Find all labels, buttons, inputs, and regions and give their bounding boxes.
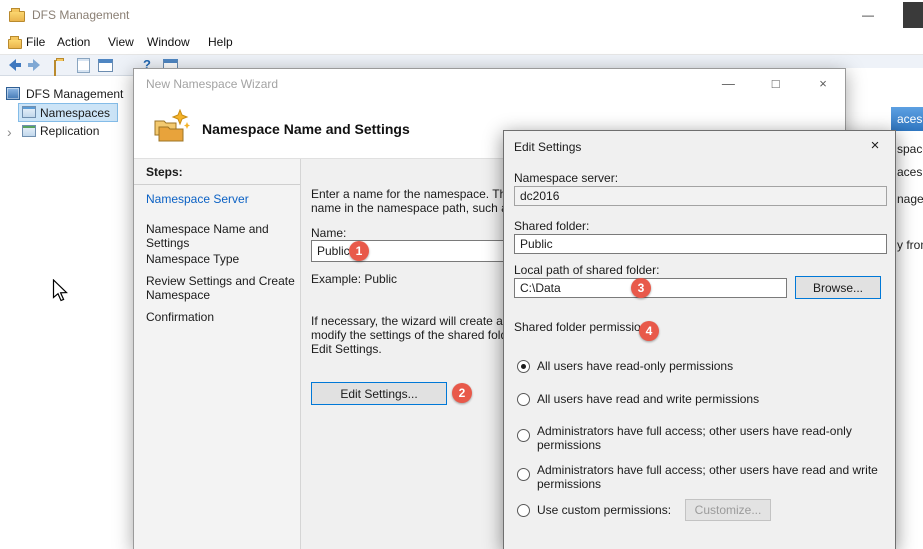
step-namespace-server[interactable]: Namespace Server — [146, 192, 296, 206]
wizard-note-line1: If necessary, the wizard will create a s… — [311, 314, 530, 328]
background-text-fragment: y from — [897, 238, 923, 252]
customize-button: Customize... — [685, 499, 771, 521]
namespaces-icon — [22, 106, 36, 118]
step-name-and-settings: Namespace Name and Settings — [146, 222, 296, 250]
wizard-intro-line1: Enter a name for the namespace. This na — [311, 187, 532, 201]
wizard-steps-panel: Steps: Namespace Server Namespace Name a… — [134, 159, 301, 549]
forward-icon[interactable] — [27, 58, 43, 75]
menu-file[interactable]: File — [26, 35, 45, 49]
example-text: Example: Public — [311, 272, 397, 286]
app-folder-icon — [9, 11, 25, 22]
radio-admin-full-users-read[interactable] — [517, 429, 530, 442]
results-pane-header: aces — [891, 107, 923, 131]
wizard-minimize-button[interactable]: — — [706, 69, 750, 98]
mouse-cursor — [52, 279, 69, 306]
tree-item-replication[interactable]: Replication — [40, 124, 99, 138]
export-list-icon[interactable] — [77, 58, 90, 73]
tree-item-namespaces[interactable]: Namespaces — [40, 106, 110, 120]
app-title: DFS Management — [32, 8, 129, 22]
tree-item-dfs-management[interactable]: DFS Management — [26, 87, 123, 101]
menu-help[interactable]: Help — [208, 35, 233, 49]
wizard-intro-line2: name in the namespace path, such as \\ — [311, 201, 524, 215]
background-text-fragment: space... — [897, 142, 923, 156]
edit-settings-button[interactable]: Edit Settings... — [311, 382, 447, 405]
wizard-page-title: Namespace Name and Settings — [202, 121, 410, 137]
menu-action[interactable]: Action — [57, 35, 90, 49]
toolbar-folder-icon[interactable] — [54, 60, 56, 76]
menu-window[interactable]: Window — [147, 35, 190, 49]
wizard-titlebar: New Namespace Wizard — □ × — [134, 69, 845, 99]
wizard-note-line3: Edit Settings. — [311, 342, 382, 356]
annotation-badge-4: 4 — [639, 321, 659, 341]
wizard-close-button[interactable]: × — [801, 69, 845, 98]
properties-window-icon[interactable] — [98, 59, 113, 72]
radio-admin-full-users-readwrite-label[interactable]: Administrators have full access; other u… — [537, 463, 891, 491]
permissions-label: Shared folder permissions: — [514, 320, 657, 334]
menu-folder-icon — [8, 39, 22, 49]
radio-read-only-label[interactable]: All users have read-only permissions — [537, 359, 891, 373]
edit-settings-close-button[interactable]: × — [865, 137, 885, 154]
replication-icon — [22, 125, 36, 137]
background-text-fragment: nagen — [897, 192, 923, 206]
radio-admin-full-users-readwrite[interactable] — [517, 468, 530, 481]
step-confirmation: Confirmation — [146, 310, 296, 324]
edit-settings-dialog: Edit Settings × Namespace server: Shared… — [503, 130, 896, 549]
window-control-dark[interactable] — [903, 2, 923, 28]
radio-read-write-label[interactable]: All users have read and write permission… — [537, 392, 891, 406]
wizard-folders-star-icon — [152, 109, 190, 148]
app-titlebar: DFS Management — — [0, 0, 923, 30]
radio-read-only[interactable] — [517, 360, 530, 373]
results-pane-header-fragment: aces — [897, 112, 922, 126]
console-root-icon — [6, 87, 20, 100]
namespace-server-input[interactable] — [514, 186, 887, 206]
edit-settings-title: Edit Settings — [514, 140, 581, 154]
radio-custom-permissions[interactable] — [517, 504, 530, 517]
wizard-title: New Namespace Wizard — [146, 77, 278, 91]
radio-admin-full-users-read-label[interactable]: Administrators have full access; other u… — [537, 424, 891, 452]
shared-folder-label: Shared folder: — [514, 219, 589, 233]
steps-heading: Steps: — [134, 165, 300, 185]
minimize-button[interactable]: — — [850, 2, 886, 28]
step-review-settings: Review Settings and Create Namespace — [146, 274, 296, 302]
menu-bar: File Action View Window Help — [0, 30, 923, 54]
namespace-server-label: Namespace server: — [514, 171, 618, 185]
back-icon[interactable] — [6, 58, 22, 75]
step-namespace-type: Namespace Type — [146, 252, 296, 266]
dfs-management-window: DFS Management — File Action View Window… — [0, 0, 923, 549]
shared-folder-input[interactable] — [514, 234, 887, 254]
background-text-fragment: aces t — [897, 165, 923, 179]
annotation-badge-1: 1 — [349, 241, 369, 261]
annotation-badge-3: 3 — [631, 278, 651, 298]
browse-button[interactable]: Browse... — [795, 276, 881, 299]
annotation-badge-2: 2 — [452, 383, 472, 403]
wizard-maximize-button[interactable]: □ — [754, 69, 798, 98]
expand-chevron-icon[interactable]: › — [7, 125, 12, 139]
name-label: Name: — [311, 226, 346, 240]
local-path-label: Local path of shared folder: — [514, 263, 659, 277]
menu-view[interactable]: View — [108, 35, 134, 49]
radio-read-write[interactable] — [517, 393, 530, 406]
wizard-note-line2: modify the settings of the shared folder… — [311, 328, 530, 342]
